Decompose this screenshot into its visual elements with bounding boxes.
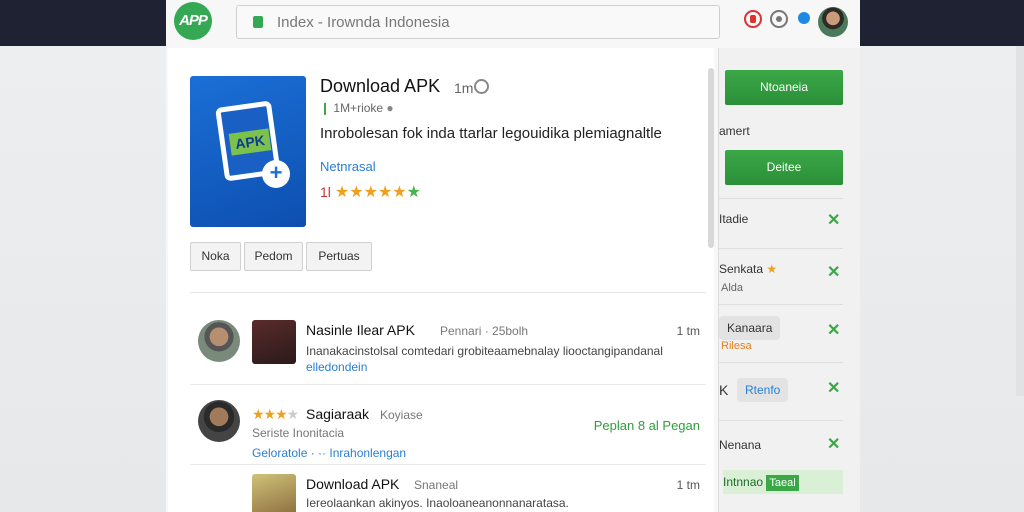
settings-icon[interactable] [770,10,788,28]
review-time: 1 tm [676,478,700,492]
tab-pertuas[interactable]: Pertuas [306,242,372,271]
review-title: Sagiaraak [306,406,370,422]
sidebar-pill[interactable]: Rtenfo [737,378,789,402]
background-scrollbar[interactable] [1016,46,1024,396]
plus-icon: + [262,160,290,188]
sidebar-item-sub: Alda [721,282,744,294]
app-title: Download APK [320,76,441,96]
search-input-value: Index - Irownda Indonesia [277,14,450,31]
panel-scrollbar[interactable] [708,68,714,248]
lock-icon [253,16,263,28]
review-meta: Pennari · 25bolh [440,324,529,338]
review-thumbnail [252,474,296,512]
star-icon: ★ [363,184,378,201]
app-meta-line: ❙ 1M+rioke ● [320,101,394,115]
sidebar-divider [719,198,843,199]
review-divider [190,464,706,465]
reviewer-avatar [198,400,240,442]
star-icon: ★ [349,184,364,201]
sidebar-divider [719,362,843,363]
star-icon: ★ [392,184,407,201]
review-title: Nasinle Ilear APK [306,322,415,338]
app-logo[interactable]: APP [174,2,212,40]
primary-action-button[interactable]: Ntoaneia [725,70,843,105]
app-icon-image: APK + [190,76,306,227]
review-item[interactable]: ★★★★ Sagiaraak Koyiase Peplan 8 al Pegan… [190,388,706,464]
rating-number: 1l [320,184,331,200]
review-stars: ★★★★ [252,406,299,422]
review-meta: Koyiase [380,408,423,422]
sidebar-divider [719,420,843,421]
close-icon[interactable]: ✕ [827,320,840,340]
notification-icon[interactable] [744,10,762,28]
star-icon: ★ [766,262,778,276]
main-panel: APK + Download APK 1m ❙ 1M+rioke ● Inrob… [168,48,714,512]
status-badge: Intnnao Taeal [723,470,843,494]
review-link[interactable]: Geloratole · ·· Inrahonlengan [252,446,406,460]
sidebar-label: amert [719,124,750,138]
leaf-icon: ❙ [320,101,334,115]
close-icon[interactable]: ✕ [827,434,840,454]
app-description: Inrobolesan fok inda ttarlar legouidika … [320,125,662,142]
review-body: Iereolaankan akinyos. Inaoloaneanonnanar… [306,496,569,510]
section-divider [190,292,706,293]
close-icon[interactable]: ✕ [827,262,840,282]
sidebar-item-label: Kanaara [719,316,781,340]
status-dot-icon [798,12,810,24]
sidebar-item-label: K [719,382,729,398]
close-icon[interactable]: ✕ [827,210,840,230]
review-body: Inanakacinstolsal comtedari grobiteaameb… [306,344,663,358]
globe-icon[interactable] [474,79,489,94]
app-meta-small: 1m [454,80,474,96]
sidebar-item-label: Senkata ★ [719,262,778,276]
tab-noka[interactable]: Noka [190,242,241,271]
background-left [0,46,166,512]
review-divider [190,384,706,385]
review-status: Peplan 8 al Pegan [593,418,700,433]
close-icon[interactable]: ✕ [827,378,840,398]
sidebar-item-label: Itadie [719,212,749,226]
sidebar-item-sub: Rilesa [721,340,752,352]
app-link[interactable]: Netnrasal [320,159,376,174]
review-link[interactable]: elledondein [306,360,367,374]
sidebar-item-label: Nenana [719,438,762,452]
review-time: 1 tm [676,324,700,338]
review-item[interactable]: Download APK Snaneal 1 tm Iereolaankan a… [190,468,706,512]
sidebar-divider [719,248,843,249]
tab-pedom[interactable]: Pedom [244,242,303,271]
badge-inner: Taeal [766,475,799,491]
review-meta: Snaneal [414,478,459,492]
right-sidebar: Ntoaneia amert Deitee Itadie ✕ Senkata ★… [718,48,860,512]
secondary-action-button[interactable]: Deitee [725,150,843,185]
star-icon: ★ [406,184,421,201]
star-icon: ★ [334,184,350,201]
user-avatar[interactable] [818,7,848,37]
app-rating: 1l ★★★★★★ [320,182,421,202]
browser-window: APP Index - Irownda Indonesia APK + Down… [166,0,860,512]
review-item[interactable]: Nasinle Ilear APK Pennari · 25bolh 1 tm … [190,310,706,382]
search-input[interactable]: Index - Irownda Indonesia [236,5,720,39]
window-header: APP Index - Irownda Indonesia [166,0,860,46]
review-thumbnail [252,320,296,364]
background-right [860,46,1024,512]
star-icon: ★ [377,184,393,201]
review-subtitle: Seriste Inonitacia [252,426,345,440]
reviewer-avatar [198,320,240,362]
review-title: Download APK [306,476,400,492]
sidebar-divider [719,304,843,305]
